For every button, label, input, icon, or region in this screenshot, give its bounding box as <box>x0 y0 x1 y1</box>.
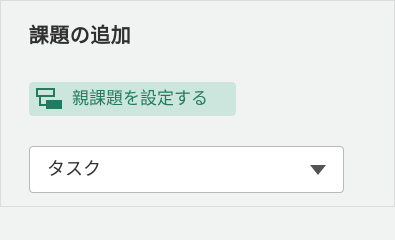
parent-issue-icon <box>36 88 62 109</box>
set-parent-issue-label: 親課題を設定する <box>72 89 208 109</box>
issue-type-select[interactable]: タスク <box>29 146 344 193</box>
issue-type-selected-value: タスク <box>47 158 101 180</box>
set-parent-issue-button[interactable]: 親課題を設定する <box>29 82 236 116</box>
chevron-down-icon <box>310 164 326 175</box>
panel-title: 課題の追加 <box>29 23 132 47</box>
add-issue-panel: 課題の追加 親課題を設定する タスク <box>0 0 395 207</box>
